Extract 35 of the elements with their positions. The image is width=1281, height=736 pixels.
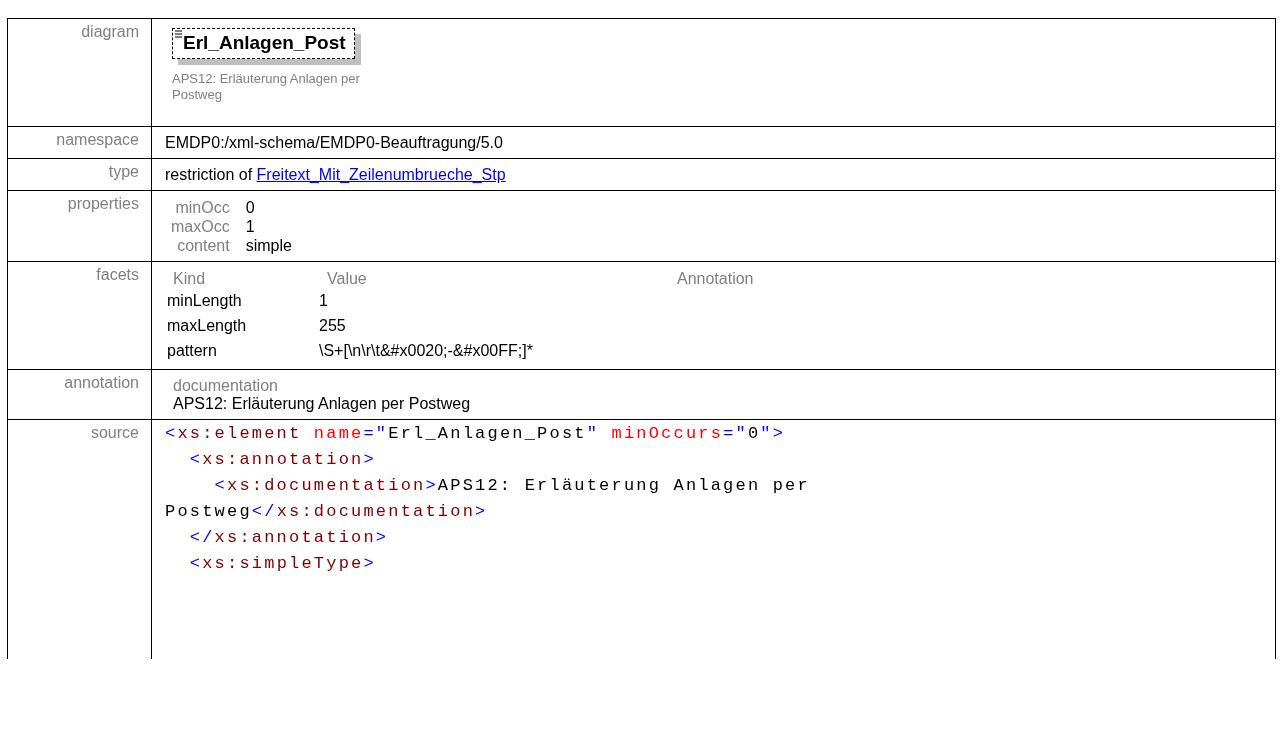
facet-kind: minLength <box>166 291 243 311</box>
element-description: APS12: Erläuterung Anlagen per Postweg <box>172 71 361 103</box>
row-label: properties <box>67 195 139 212</box>
type-link[interactable]: Freitext_Mit_Zeilenumbrueche_Stp <box>256 166 506 183</box>
source-code-line: Postweg</xs:documentation> <box>165 501 489 523</box>
namespace-value: EMDP0:/xml-schema/EMDP0-Beauftragung/5.0 <box>165 134 503 151</box>
property-name: minOcc <box>174 198 230 217</box>
source-code-line: </xs:annotation> <box>188 527 390 549</box>
row-label: diagram <box>81 23 139 40</box>
facet-value: \S+[\n\r\t&#x0020;-&#x00FF;]* <box>319 341 534 361</box>
column-header: Value <box>326 269 368 288</box>
row-label: type <box>108 163 139 180</box>
property-name: maxOcc <box>171 217 230 236</box>
source-code-line: <xs:element name="Erl_Anlagen_Post" minOccurs="0"> <box>165 423 787 445</box>
source-code-line: <xs:simpleType> <box>188 553 377 575</box>
facet-value: 255 <box>319 316 347 336</box>
annotation-text: APS12: Erläuterung Anlagen per Postweg <box>172 395 472 413</box>
row-label: annotation <box>64 374 139 391</box>
column-header: Kind <box>172 269 207 288</box>
facet-kind: maxLength <box>166 316 248 336</box>
annotation-heading: documentation <box>172 377 279 395</box>
property-value: 1 <box>245 217 256 236</box>
column-header: Annotation <box>676 269 755 288</box>
source-code-line: <xs:annotation> <box>188 449 377 471</box>
row-label: source <box>90 424 139 441</box>
row-label: namespace <box>56 131 139 148</box>
property-value: simple <box>245 236 292 255</box>
row-label: facets <box>96 266 139 283</box>
lines-icon <box>174 30 183 38</box>
type-prefix: restriction of <box>165 166 253 183</box>
facet-value: 1 <box>319 291 329 311</box>
facet-kind: pattern <box>166 341 218 361</box>
property-name: content <box>176 236 230 255</box>
property-value: 0 <box>245 198 256 217</box>
source-code-line: <xs:documentation>APS12: Erläuterung Anlagen per <box>213 475 811 497</box>
